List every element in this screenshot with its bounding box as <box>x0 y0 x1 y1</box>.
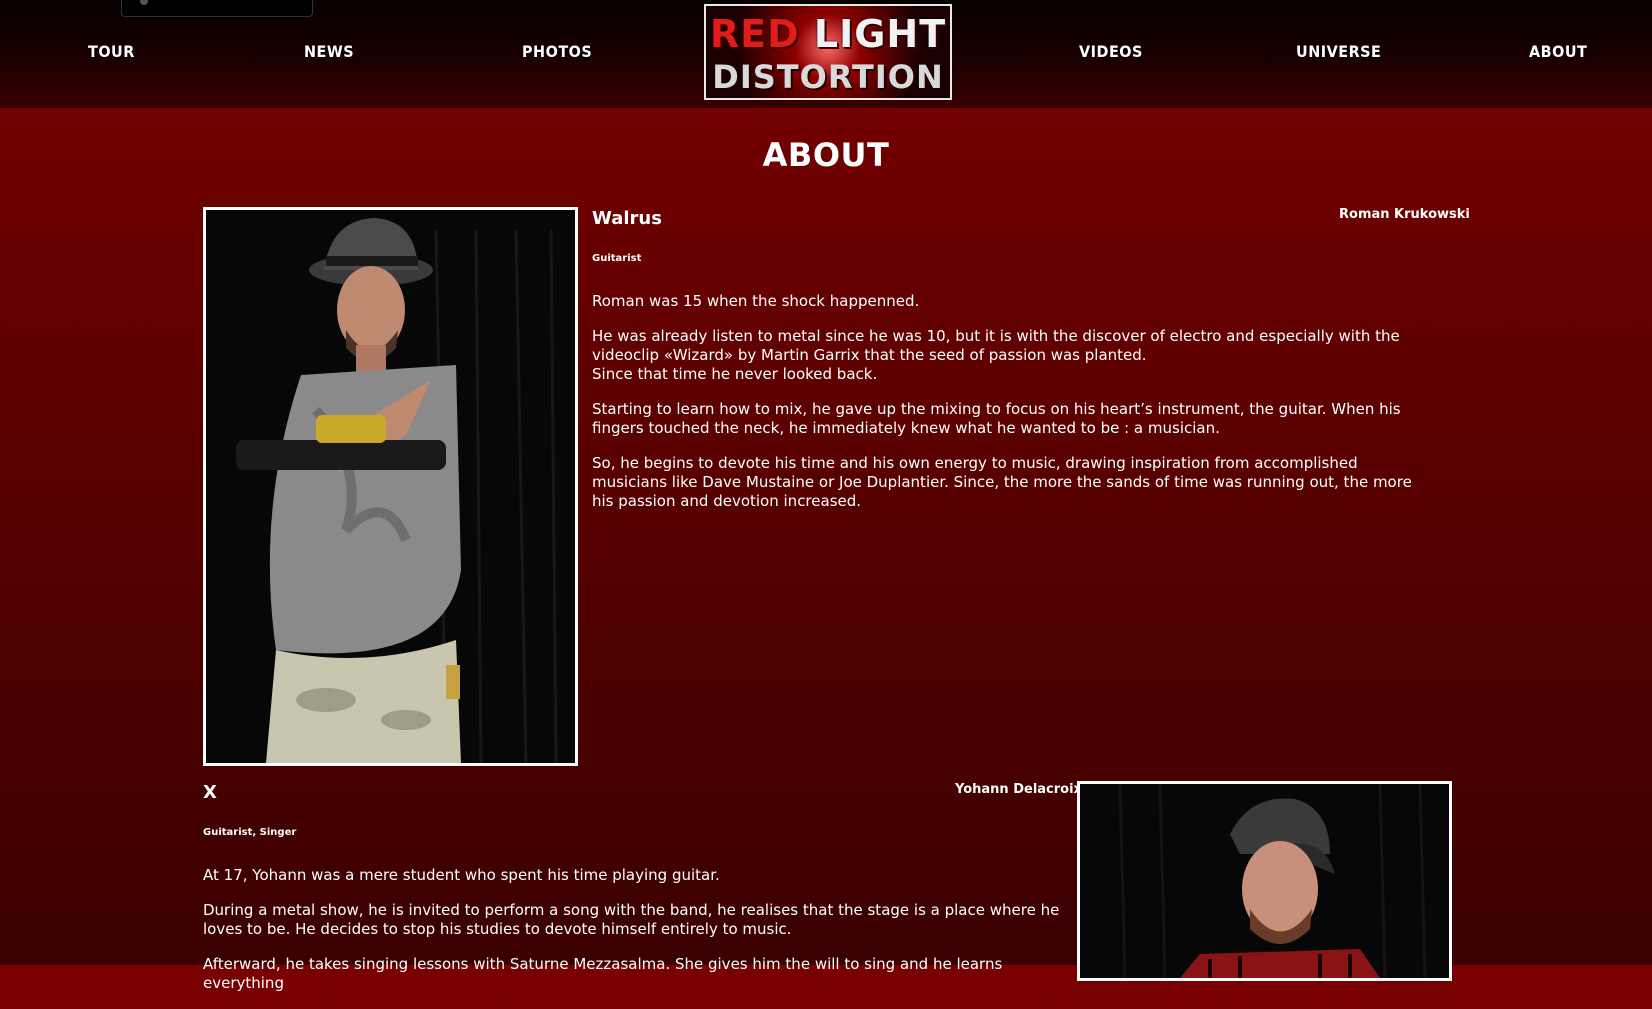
member-photo-x <box>1077 781 1452 981</box>
logo-line-2: DISTORTION <box>712 58 944 96</box>
nav-videos[interactable]: Videos <box>1079 42 1143 61</box>
nav-universe[interactable]: Universe <box>1296 42 1381 61</box>
member-role: Guitarist, Singer <box>203 827 297 838</box>
logo-line-1: RED LIGHT <box>709 12 947 56</box>
member-nickname: Walrus <box>592 208 662 229</box>
member-real-name: Yohann Delacroix <box>955 782 1082 797</box>
member-nickname: X <box>203 782 217 803</box>
bio-paragraph: At 17, Yohann was a mere student who spe… <box>203 866 720 884</box>
nav-photos[interactable]: Photos <box>522 42 592 61</box>
member-bio: At 17, Yohann was a mere student who spe… <box>203 866 1063 1009</box>
page-title: About <box>762 136 890 174</box>
member-bio: Roman was 15 when the shock happenned. H… <box>592 292 1432 527</box>
guitarist-portrait-image <box>206 210 575 763</box>
nav-about[interactable]: About <box>1529 42 1587 61</box>
bio-paragraph: So, he begins to devote his time and his… <box>592 454 1412 510</box>
bio-paragraph: Roman was 15 when the shock happenned. <box>592 292 920 310</box>
nav-news[interactable]: News <box>304 42 354 61</box>
member-real-name: Roman Krukowski <box>1339 207 1470 222</box>
singer-portrait-image <box>1080 784 1449 978</box>
member-role: Guitarist <box>592 253 642 264</box>
bio-paragraph: Afterward, he takes singing lessons with… <box>203 955 1003 992</box>
site-header: Tour News Photos RED LIGHT DISTORTION Vi… <box>0 0 1652 108</box>
member-photo-walrus <box>203 207 578 766</box>
bio-paragraph: Starting to learn how to mix, he gave up… <box>592 400 1401 437</box>
flag-icon <box>140 0 148 5</box>
band-logo[interactable]: RED LIGHT DISTORTION <box>704 4 952 100</box>
language-selector[interactable] <box>121 0 313 17</box>
bio-paragraph: During a metal show, he is invited to pe… <box>203 901 1060 938</box>
nav-tour[interactable]: Tour <box>88 42 135 61</box>
bio-paragraph: He was already listen to metal since he … <box>592 327 1400 383</box>
